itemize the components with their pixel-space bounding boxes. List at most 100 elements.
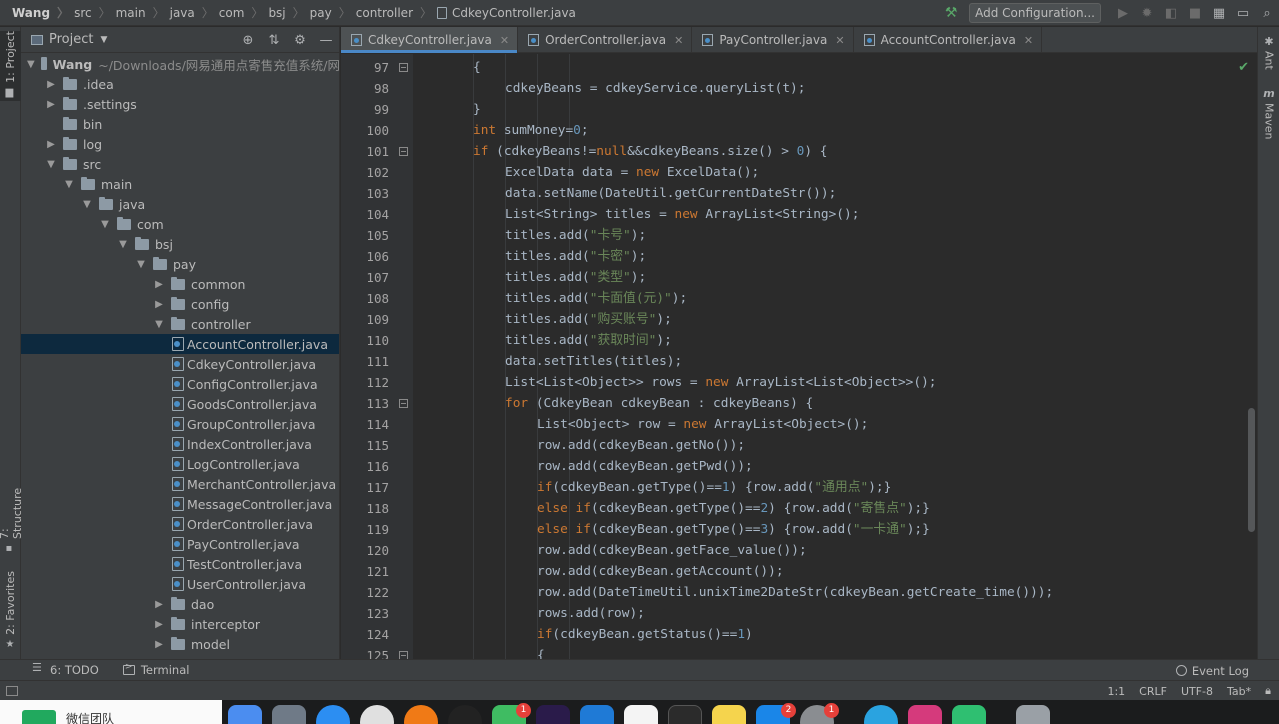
terminal-tool-button[interactable]: Terminal [121,662,189,677]
tree-item-java-file[interactable]: TestController.java [21,554,339,574]
tree-item-folder[interactable]: ▶ dao [21,594,339,614]
tree-item-java-file[interactable]: CdkeyController.java [21,354,339,374]
hammer-icon[interactable]: ⚒ [942,4,960,22]
firefox-icon[interactable] [404,705,438,724]
tree-item-folder[interactable]: ▶ .idea [21,74,339,94]
tree-item-folder[interactable]: ▼ pay [21,254,339,274]
tree-item-folder[interactable]: ▼ Wang ~/Downloads/网易通用点寄售充值系统/网 [21,54,339,74]
editor-tab[interactable]: AccountController.java ✕ [854,27,1043,53]
launchpad-icon[interactable] [272,705,306,724]
no-problems-check-icon[interactable]: ✔ [1238,60,1249,75]
intellij-icon[interactable] [908,705,942,724]
tab-favorites-tool[interactable]: 2: Favorites ★ [0,571,21,650]
breadcrumb-com[interactable]: com 〉 [219,4,269,21]
chevron-down-icon[interactable]: ▼ [45,159,57,170]
close-icon[interactable]: ✕ [835,34,844,47]
collapse-all-icon[interactable]: ⇅ [261,33,287,48]
breadcrumb-java[interactable]: java 〉 [170,4,219,21]
editor-tab[interactable]: CdkeyController.java ✕ [341,27,519,53]
code-editor[interactable]: ✔ {cdkeyBeans = cdkeyService.queryList(t… [413,54,1257,659]
tree-item-folder[interactable]: ▶ interceptor [21,614,339,634]
indent-setting[interactable]: Tab* [1227,685,1251,698]
tree-item-folder[interactable]: ▶ common [21,274,339,294]
lock-icon[interactable]: 🔒︎ [1265,684,1271,698]
file-encoding[interactable]: UTF-8 [1181,685,1213,698]
tree-item-folder[interactable]: ▼ bsj [21,234,339,254]
close-icon[interactable]: ✕ [674,34,683,47]
run-icon[interactable]: ▶ [1111,1,1135,25]
tree-item-folder[interactable]: bin [21,114,339,134]
chevron-down-icon[interactable]: ▼ [99,219,111,230]
safari-icon[interactable] [316,705,350,724]
tree-item-folder[interactable]: ▼ com [21,214,339,234]
terminal-app-icon[interactable] [668,705,702,724]
tree-item-java-file[interactable]: PayController.java [21,534,339,554]
tree-item-java-file[interactable]: MerchantController.java [21,474,339,494]
tree-item-folder[interactable]: ▼ main [21,174,339,194]
chevron-right-icon[interactable]: ▶ [153,599,165,610]
tree-item-folder[interactable]: ▶ model [21,634,339,654]
trash-icon[interactable] [1016,705,1050,724]
breadcrumb-controller[interactable]: controller 〉 [356,4,437,21]
tree-item-folder[interactable]: ▶ config [21,294,339,314]
tree-item-java-file[interactable]: GroupController.java [21,414,339,434]
phpstorm-icon[interactable] [536,705,570,724]
tree-item-java-file[interactable]: ConfigController.java [21,374,339,394]
breadcrumb-project[interactable]: Wang 〉 [0,4,74,21]
tab-ant-tool[interactable]: ✱ Ant [1258,35,1279,70]
todo-tool-button[interactable]: 6: TODO [30,661,99,677]
breadcrumb-pay[interactable]: pay 〉 [310,4,356,21]
close-icon[interactable]: ✕ [500,34,509,47]
tree-item-folder[interactable]: ▶ .settings [21,94,339,114]
chevron-right-icon[interactable]: ▶ [153,299,165,310]
chevron-down-icon[interactable]: ▼ [135,259,147,270]
fold-toggle-icon[interactable] [399,651,408,659]
project-panel-title[interactable]: Project [49,32,93,47]
event-log-button[interactable]: Event Log [1175,660,1249,681]
editor-tab[interactable]: OrderController.java ✕ [518,27,693,53]
fold-toggle-icon[interactable] [399,147,408,156]
calendar-icon[interactable] [624,705,658,724]
vscode-icon[interactable] [580,705,614,724]
tab-structure-tool[interactable]: 7: Structure ▪ [0,475,24,554]
chevron-down-icon[interactable]: ▼ [100,35,107,45]
tree-item-java-file[interactable]: MessageController.java [21,494,339,514]
tree-item-folder[interactable]: ▶ log [21,134,339,154]
close-icon[interactable]: ✕ [1024,34,1033,47]
chevron-down-icon[interactable]: ▼ [153,319,165,330]
tab-project-tool[interactable]: 1: Project ▆ [0,31,21,101]
chevron-right-icon[interactable]: ▶ [45,99,57,110]
chevron-right-icon[interactable]: ▶ [153,279,165,290]
tree-item-java-file[interactable]: LogController.java [21,454,339,474]
fold-toggle-icon[interactable] [399,63,408,72]
breadcrumb-bsj[interactable]: bsj 〉 [268,4,309,21]
gear-icon[interactable]: ⚙ [287,33,313,48]
chevron-right-icon[interactable]: ▶ [153,619,165,630]
tree-item-java-file[interactable]: AccountController.java [21,334,339,354]
qq-icon[interactable] [448,705,482,724]
caret-position[interactable]: 1:1 [1107,685,1125,698]
project-structure-icon[interactable]: ▦ [1207,1,1231,25]
chevron-down-icon[interactable]: ▼ [117,239,129,250]
evernote-icon[interactable] [952,705,986,724]
tree-item-java-file[interactable]: OrderController.java [21,514,339,534]
chevron-down-icon[interactable]: ▼ [27,59,35,70]
tree-item-folder[interactable]: ▼ controller [21,314,339,334]
window-layout-icon[interactable]: ▭ [1231,1,1255,25]
editor-scrollbar[interactable] [1248,408,1255,532]
search-icon[interactable]: ⌕ [1255,1,1279,25]
debug-icon[interactable]: ✹ [1135,1,1159,25]
tree-item-folder[interactable]: ▼ java [21,194,339,214]
chevron-down-icon[interactable]: ▼ [63,179,75,190]
add-configuration-button[interactable]: Add Configuration... [969,3,1101,23]
chevron-down-icon[interactable]: ▼ [81,199,93,210]
tree-item-java-file[interactable]: IndexController.java [21,434,339,454]
locate-icon[interactable]: ⊕ [235,33,261,48]
chevron-right-icon[interactable]: ▶ [45,139,57,150]
tree-item-java-file[interactable]: GoodsController.java [21,394,339,414]
tab-maven-tool[interactable]: m Maven [1258,87,1279,139]
notes-icon[interactable] [712,705,746,724]
tree-item-folder[interactable]: ▼ src [21,154,339,174]
fold-toggle-icon[interactable] [399,399,408,408]
breadcrumb-file[interactable]: CdkeyController.java [437,6,576,20]
